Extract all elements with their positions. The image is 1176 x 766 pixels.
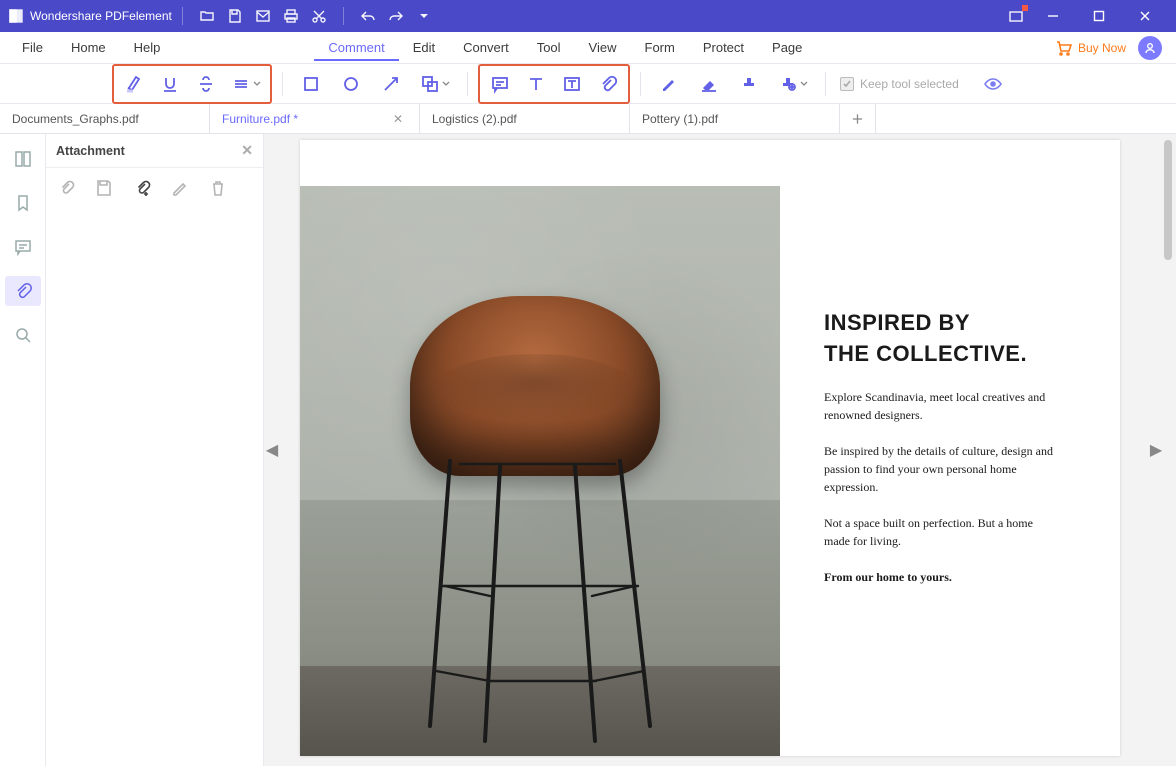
keep-tool-label: Keep tool selected <box>860 77 959 91</box>
left-icon-rail <box>0 134 46 766</box>
panel-close-icon[interactable]: ✕ <box>241 142 253 159</box>
document-canvas[interactable]: ◀ ▶ <box>264 134 1176 766</box>
visibility-icon[interactable] <box>979 74 1007 94</box>
doc-paragraph-2: Be inspired by the details of culture, d… <box>824 442 1054 496</box>
text-tool-icon[interactable] <box>518 67 554 101</box>
print-icon[interactable] <box>277 2 305 30</box>
tab-label: Documents_Graphs.pdf <box>12 112 139 126</box>
tab-documents-graphs[interactable]: Documents_Graphs.pdf <box>0 104 210 133</box>
arrow-tool-icon[interactable] <box>373 67 409 101</box>
thumbnails-panel-icon[interactable] <box>5 144 41 174</box>
shape-dropdown-icon[interactable] <box>413 67 457 101</box>
vertical-scrollbar[interactable] <box>1164 140 1172 260</box>
textbox-tool-icon[interactable] <box>554 67 590 101</box>
cut-icon[interactable] <box>305 2 333 30</box>
toolbar-group-annotations <box>478 64 630 104</box>
chair-photo <box>300 186 780 756</box>
window-maximize-button[interactable] <box>1076 0 1122 32</box>
add-attachment-icon[interactable] <box>130 176 154 200</box>
attachments-panel-icon[interactable] <box>5 276 41 306</box>
eraser-tool-icon[interactable] <box>691 67 727 101</box>
document-text-column: INSPIRED BY THE COLLECTIVE. Explore Scan… <box>824 308 1054 586</box>
pdf-page: INSPIRED BY THE COLLECTIVE. Explore Scan… <box>300 140 1120 756</box>
panel-header: Attachment ✕ <box>46 134 263 168</box>
menu-file[interactable]: File <box>8 34 57 61</box>
app-logo-icon <box>8 8 24 24</box>
strikeout-tool-icon[interactable] <box>188 67 224 101</box>
undo-icon[interactable] <box>354 2 382 30</box>
doc-paragraph-3: Not a space built on perfection. But a h… <box>824 514 1054 550</box>
menu-home[interactable]: Home <box>57 34 120 61</box>
buy-now-button[interactable]: Buy Now <box>1056 40 1126 56</box>
menubar: File Home Help Comment Edit Convert Tool… <box>0 32 1176 64</box>
tab-furniture[interactable]: Furniture.pdf * ✕ <box>210 104 420 133</box>
stamp-tool-icon[interactable] <box>731 67 767 101</box>
delete-attachment-icon[interactable] <box>206 176 230 200</box>
buy-now-label: Buy Now <box>1078 41 1126 55</box>
open-icon[interactable] <box>193 2 221 30</box>
document-tabs: Documents_Graphs.pdf Furniture.pdf * ✕ L… <box>0 104 1176 134</box>
app-title: Wondershare PDFelement <box>30 9 172 23</box>
doc-paragraph-1: Explore Scandinavia, meet local creative… <box>824 388 1054 424</box>
menu-page[interactable]: Page <box>758 34 816 61</box>
checkbox-icon <box>840 77 854 91</box>
doc-heading-line1: INSPIRED BY <box>824 308 1054 339</box>
panel-toolbar <box>46 168 263 208</box>
open-attachment-icon[interactable] <box>54 176 78 200</box>
user-avatar-button[interactable] <box>1138 36 1162 60</box>
menu-help[interactable]: Help <box>120 34 175 61</box>
underline-tool-icon[interactable] <box>152 67 188 101</box>
toolbar-group-text-markup <box>112 64 272 104</box>
mail-icon[interactable] <box>249 2 277 30</box>
oval-tool-icon[interactable] <box>333 67 369 101</box>
note-tool-icon[interactable] <box>482 67 518 101</box>
search-panel-icon[interactable] <box>5 320 41 350</box>
menu-view[interactable]: View <box>575 34 631 61</box>
titlebar: Wondershare PDFelement <box>0 0 1176 32</box>
comment-toolbar: Keep tool selected <box>0 64 1176 104</box>
rectangle-tool-icon[interactable] <box>293 67 329 101</box>
tab-label: Pottery (1).pdf <box>642 112 718 126</box>
tab-add-button[interactable] <box>840 104 876 133</box>
bookmarks-panel-icon[interactable] <box>5 188 41 218</box>
menu-form[interactable]: Form <box>631 34 689 61</box>
redo-icon[interactable] <box>382 2 410 30</box>
window-minimize-button[interactable] <box>1030 0 1076 32</box>
menu-tool[interactable]: Tool <box>523 34 575 61</box>
tab-logistics[interactable]: Logistics (2).pdf <box>420 104 630 133</box>
stamp-dropdown-icon[interactable] <box>771 67 815 101</box>
save-icon[interactable] <box>221 2 249 30</box>
edit-attachment-icon[interactable] <box>168 176 192 200</box>
tab-label: Logistics (2).pdf <box>432 112 517 126</box>
work-area: Attachment ✕ ◀ ▶ <box>0 134 1176 766</box>
collapse-right-icon[interactable]: ▶ <box>1150 436 1162 464</box>
attachment-tool-icon[interactable] <box>590 67 626 101</box>
notification-icon[interactable] <box>1002 2 1030 30</box>
keep-tool-selected-toggle[interactable]: Keep tool selected <box>840 77 959 91</box>
pencil-tool-icon[interactable] <box>651 67 687 101</box>
menu-protect[interactable]: Protect <box>689 34 758 61</box>
tab-close-icon[interactable]: ✕ <box>389 110 407 128</box>
doc-heading-line2: THE COLLECTIVE. <box>824 339 1054 370</box>
tab-label: Furniture.pdf * <box>222 112 298 126</box>
comments-panel-icon[interactable] <box>5 232 41 262</box>
dropdown-icon[interactable] <box>410 2 438 30</box>
highlight-tool-icon[interactable] <box>116 67 152 101</box>
attachment-panel: Attachment ✕ <box>46 134 264 766</box>
panel-title: Attachment <box>56 144 125 158</box>
doc-paragraph-4: From our home to yours. <box>824 568 1054 586</box>
save-attachment-icon[interactable] <box>92 176 116 200</box>
collapse-left-icon[interactable]: ◀ <box>266 436 278 464</box>
menu-comment[interactable]: Comment <box>314 34 398 61</box>
menu-edit[interactable]: Edit <box>399 34 449 61</box>
squiggly-tool-icon[interactable] <box>224 67 268 101</box>
window-close-button[interactable] <box>1122 0 1168 32</box>
menu-convert[interactable]: Convert <box>449 34 523 61</box>
tab-pottery[interactable]: Pottery (1).pdf <box>630 104 840 133</box>
